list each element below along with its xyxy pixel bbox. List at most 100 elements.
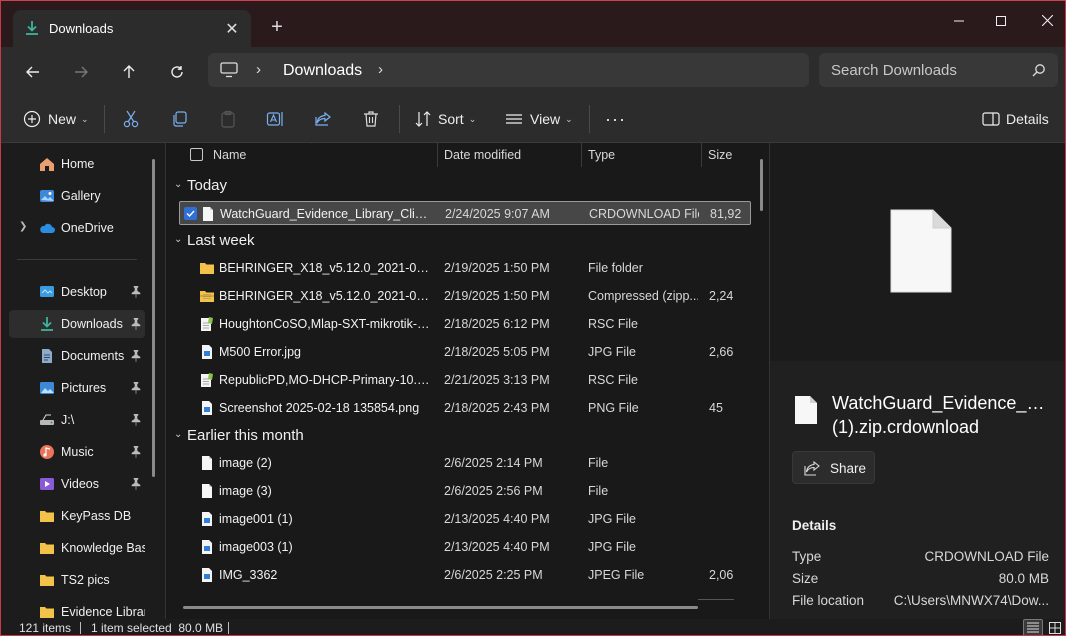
table-row[interactable]: HoughtonCoSO,Mlap-SXT-mikrotik-d... 2/18… (179, 312, 751, 336)
group-header-today[interactable]: ⌄ Today (166, 173, 756, 199)
sidebar-item-gallery[interactable]: Gallery (9, 182, 145, 210)
sidebar-item-downloads[interactable]: Downloads (9, 310, 145, 338)
sidebar-item-documents[interactable]: Documents (9, 342, 145, 370)
table-row[interactable]: BEHRINGER_X18_v5.12.0_2021-06-30_s... 2/… (179, 284, 751, 308)
sidebar-item-j-drive[interactable]: J:\ (9, 406, 145, 434)
sidebar-item-music[interactable]: Music (9, 438, 145, 466)
sidebar-item-pictures[interactable]: Pictures (9, 374, 145, 402)
table-row[interactable]: IMG_3362 2/6/2025 2:25 PM JPEG File 2,06 (179, 563, 751, 587)
copy-button[interactable] (171, 107, 189, 131)
rename-button[interactable] (266, 107, 284, 131)
table-row[interactable]: image003 (1) 2/13/2025 4:40 PM JPG File (179, 535, 751, 559)
column-header-date[interactable]: Date modified (444, 148, 521, 162)
refresh-button[interactable] (166, 61, 188, 83)
breadcrumb-separator[interactable]: › (378, 61, 383, 78)
column-header-name[interactable]: Name (213, 148, 246, 162)
view-button[interactable]: View ⌄ (505, 107, 573, 131)
paste-button[interactable] (219, 107, 237, 131)
table-row[interactable]: Screenshot 2025-02-18 135854.png 2/18/20… (179, 396, 751, 420)
image-file-icon (202, 345, 212, 359)
sidebar-item-desktop[interactable]: Desktop (9, 278, 145, 306)
sidebar-item-knowledge-base[interactable]: Knowledge Base (9, 534, 145, 562)
table-row[interactable]: image001 (1) 2/13/2025 4:40 PM JPG File (179, 507, 751, 531)
close-window-button[interactable] (1032, 9, 1062, 33)
up-button[interactable] (118, 61, 140, 83)
breadcrumb-downloads[interactable]: Downloads (283, 62, 362, 80)
file-name: BEHRINGER_X18_v5.12.0_2021-06-30_s... (219, 289, 431, 303)
table-row[interactable]: BEHRINGER_X18_v5.12.0_2021-06-30_s... 2/… (179, 256, 751, 280)
pin-icon (131, 446, 141, 458)
search-input[interactable] (831, 60, 1021, 80)
file-list-horizontal-scrollbar[interactable] (183, 606, 698, 609)
clipboard-icon (221, 110, 235, 128)
file-size: 2,24 (709, 289, 734, 303)
chevron-down-icon: ⌄ (174, 179, 183, 190)
share-button[interactable]: Share (792, 451, 875, 484)
status-bar: 121 items 1 item selected 80.0 MB (1, 619, 1065, 635)
file-size: 2,06 (709, 568, 734, 582)
table-row[interactable]: M500 Error.jpg 2/18/2025 5:05 PM JPG Fil… (179, 340, 751, 364)
group-label: Last week (187, 232, 255, 249)
column-header-row: ⌃ Name Date modified Type Size (166, 143, 769, 169)
sidebar-item-ts2-pics[interactable]: TS2 pics (9, 566, 145, 594)
tab-downloads[interactable]: Downloads ✕ (13, 10, 251, 47)
details-pane: WatchGuard_Evidence_Li... (1).zip.crdown… (770, 143, 1065, 619)
sidebar-item-home[interactable]: Home (9, 150, 145, 178)
checkbox-checked-icon[interactable] (184, 207, 197, 220)
sidebar-item-videos[interactable]: Videos (9, 470, 145, 498)
share-toolbar-button[interactable] (314, 107, 332, 131)
chevron-right-icon[interactable]: ❯ (19, 221, 27, 232)
chevron-down-icon: ⌄ (81, 113, 89, 124)
table-row[interactable]: RepublicPD,MO-DHCP-Primary-10.1.0... 2/2… (179, 368, 751, 392)
file-icon (202, 456, 212, 470)
breadcrumb-separator[interactable]: › (256, 61, 261, 78)
sidebar-item-onedrive[interactable]: ❯ OneDrive (9, 214, 145, 242)
group-header-earlier-this-month[interactable]: ⌄ Earlier this month (166, 423, 756, 449)
select-all-checkbox[interactable] (190, 148, 203, 161)
sidebar-item-label: Home (61, 157, 95, 171)
delete-button[interactable] (362, 107, 380, 131)
item-count: 121 items (19, 621, 72, 635)
cut-button[interactable] (122, 107, 140, 131)
search-box[interactable] (819, 53, 1058, 87)
table-row[interactable]: image (3) 2/6/2025 2:56 PM File (179, 479, 751, 503)
maximize-button[interactable] (986, 9, 1016, 33)
sidebar-item-keypass-db[interactable]: KeyPass DB (9, 502, 145, 530)
minimize-button[interactable] (944, 9, 974, 33)
toolbar-divider (104, 105, 105, 133)
column-divider[interactable] (437, 143, 438, 167)
file-list-vertical-scrollbar[interactable] (760, 159, 763, 211)
details-view-button[interactable] (1023, 619, 1043, 635)
new-button[interactable]: New ⌄ (23, 107, 89, 131)
file-name: RepublicPD,MO-DHCP-Primary-10.1.0... (219, 373, 431, 387)
scissors-icon (123, 110, 139, 128)
back-button[interactable] (22, 61, 44, 83)
group-header-last-week[interactable]: ⌄ Last week (166, 228, 756, 254)
file-type: File (588, 456, 609, 470)
drive-icon (40, 414, 54, 425)
music-icon (40, 445, 54, 459)
column-header-type[interactable]: Type (588, 148, 615, 162)
address-bar[interactable]: › Downloads › (208, 53, 809, 87)
desktop-icon (40, 286, 54, 297)
column-header-size[interactable]: Size (708, 148, 732, 162)
table-row[interactable]: WatchGuard_Evidence_Library_Client_... 2… (179, 201, 751, 225)
sort-button[interactable]: Sort ⌄ (414, 107, 476, 131)
forward-button[interactable] (70, 61, 92, 83)
refresh-icon (171, 66, 183, 78)
onedrive-icon (40, 223, 55, 233)
table-row[interactable]: image (2) 2/6/2025 2:14 PM File (179, 451, 751, 475)
column-divider[interactable] (701, 143, 702, 167)
tab-title: Downloads (49, 21, 114, 36)
pictures-icon (40, 382, 54, 394)
script-file-icon (201, 317, 213, 331)
close-tab-icon[interactable]: ✕ (223, 19, 241, 39)
column-divider[interactable] (581, 143, 582, 167)
details-pane-button[interactable]: Details (982, 107, 1049, 131)
more-options-button[interactable]: ··· (605, 107, 626, 131)
new-tab-button[interactable]: + (267, 17, 287, 37)
search-icon[interactable] (1032, 63, 1046, 77)
tiles-view-button[interactable] (1045, 619, 1065, 635)
sidebar-scrollbar[interactable] (152, 159, 155, 477)
file-type: JPG File (588, 345, 636, 359)
